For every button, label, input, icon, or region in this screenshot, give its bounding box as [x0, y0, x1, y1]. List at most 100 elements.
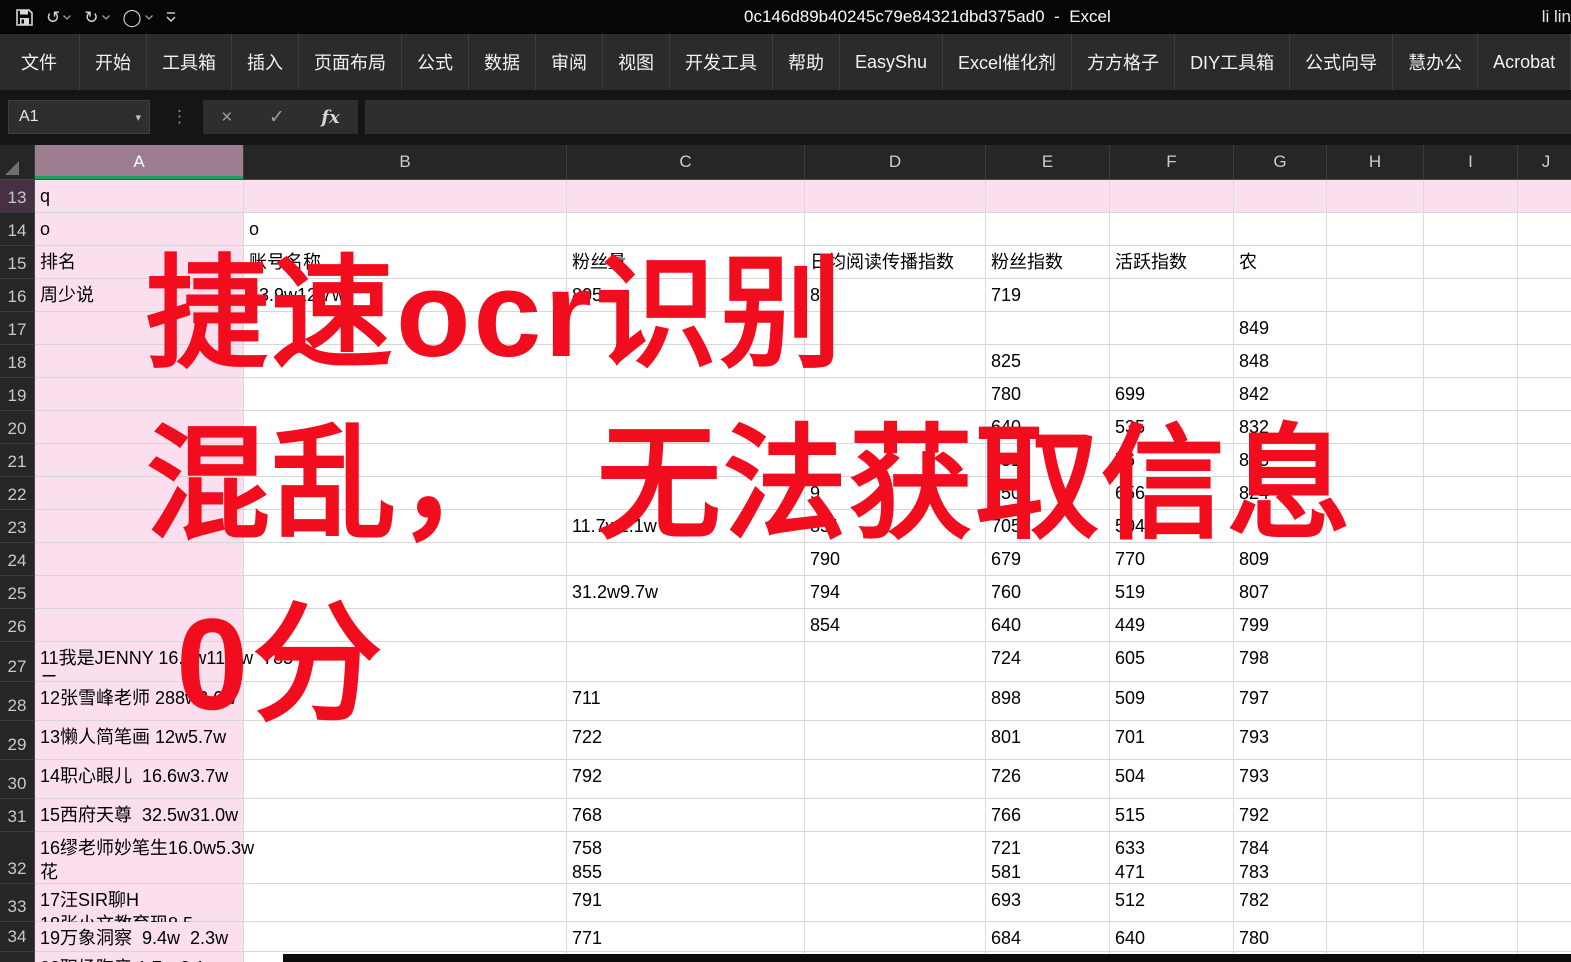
cell-J30[interactable] [1518, 760, 1571, 799]
row-header-26[interactable]: 26 [0, 609, 35, 642]
cell-J24[interactable] [1518, 543, 1571, 576]
cell-H19[interactable] [1327, 378, 1424, 411]
cell-H13[interactable] [1327, 180, 1424, 213]
ribbon-tab-Acrobat[interactable]: Acrobat [1477, 34, 1570, 90]
cell-A31[interactable]: 15西府天尊 32.5w31.0w [35, 799, 244, 832]
cell-A23[interactable] [35, 510, 244, 543]
cell-E31[interactable]: 766 [986, 799, 1110, 832]
cell-E18[interactable]: 825 [986, 345, 1110, 378]
cell-F23[interactable]: 504 [1110, 510, 1234, 543]
cell-H21[interactable] [1327, 444, 1424, 477]
cell-C23[interactable]: 11.7w1.1w [567, 510, 805, 543]
cell-F18[interactable] [1110, 345, 1234, 378]
row-header-13[interactable]: 13 [0, 180, 35, 213]
cell-D34[interactable] [805, 922, 986, 952]
save-icon[interactable] [16, 8, 33, 26]
cell-H29[interactable] [1327, 721, 1424, 760]
cell-I31[interactable] [1424, 799, 1518, 832]
cell-E23[interactable]: 705 [986, 510, 1110, 543]
cell-B17[interactable] [244, 312, 567, 345]
cell-D19[interactable] [805, 378, 986, 411]
ribbon-tab-DIY工具箱[interactable]: DIY工具箱 [1174, 34, 1289, 90]
cell-E33[interactable]: 693 [986, 884, 1110, 922]
cell-F20[interactable]: 535 [1110, 411, 1234, 444]
cell-C33[interactable]: 791 [567, 884, 805, 922]
cell-E17[interactable] [986, 312, 1110, 345]
column-header-H[interactable]: H [1327, 145, 1424, 180]
cell-F19[interactable]: 699 [1110, 378, 1234, 411]
cell-I16[interactable] [1424, 279, 1518, 312]
cell-H24[interactable] [1327, 543, 1424, 576]
cell-A32[interactable]: 16缪老师妙笔生16.0w5.3w 花 [35, 832, 254, 884]
cell-F15[interactable]: 活跃指数 [1110, 246, 1234, 279]
row-header-32[interactable]: 32 [0, 832, 35, 884]
cell-E22[interactable]: 750 [986, 477, 1110, 510]
cell-G17[interactable]: 849 [1234, 312, 1327, 345]
cell-J13[interactable] [1518, 180, 1571, 213]
cell-B24[interactable] [244, 543, 567, 576]
column-header-C[interactable]: C [567, 145, 805, 180]
cell-H22[interactable] [1327, 477, 1424, 510]
cell-J22[interactable] [1518, 477, 1571, 510]
cell-G27[interactable]: 798 [1234, 642, 1327, 682]
cell-G30[interactable]: 793 [1234, 760, 1327, 799]
column-header-F[interactable]: F [1110, 145, 1234, 180]
cell-C17[interactable] [567, 312, 805, 345]
row-header-31[interactable]: 31 [0, 799, 35, 832]
cell-F31[interactable]: 515 [1110, 799, 1234, 832]
cell-J32[interactable] [1518, 832, 1571, 884]
cell-F27[interactable]: 605 [1110, 642, 1234, 682]
row-header-17[interactable]: 17 [0, 312, 35, 345]
cell-C28[interactable]: 711 [567, 682, 805, 721]
cell-E25[interactable]: 760 [986, 576, 1110, 609]
cell-D32[interactable] [805, 832, 986, 884]
cell-B16[interactable]: 53.9w12.7w [244, 279, 567, 312]
cell-C32[interactable]: 758 855 [567, 832, 805, 884]
ribbon-tab-Excel催化剂[interactable]: Excel催化剂 [942, 34, 1071, 90]
row-header-14[interactable]: 14 [0, 213, 35, 246]
cell-A28[interactable]: 12张雪峰老师 288w3.6w [35, 682, 244, 721]
row-header-19[interactable]: 19 [0, 378, 35, 411]
cell-D30[interactable] [805, 760, 986, 799]
cell-F22[interactable]: 656 [1110, 477, 1234, 510]
row-header-27[interactable]: 27 [0, 642, 35, 682]
undo-icon[interactable]: ↺ [46, 9, 72, 26]
cell-G20[interactable]: 832 [1234, 411, 1327, 444]
cell-E30[interactable]: 726 [986, 760, 1110, 799]
cell-A21[interactable] [35, 444, 244, 477]
cell-D33[interactable] [805, 884, 986, 922]
cell-D24[interactable]: 790 [805, 543, 986, 576]
cell-G28[interactable]: 797 [1234, 682, 1327, 721]
cell-H14[interactable] [1327, 213, 1424, 246]
cell-G21[interactable]: 825 [1234, 444, 1327, 477]
cell-G13[interactable] [1234, 180, 1327, 213]
cell-D26[interactable]: 854 [805, 609, 986, 642]
cell-B26[interactable] [244, 609, 567, 642]
cell-D23[interactable]: 851 [805, 510, 986, 543]
cell-E24[interactable]: 679 [986, 543, 1110, 576]
cell-H17[interactable] [1327, 312, 1424, 345]
cell-J21[interactable] [1518, 444, 1571, 477]
cell-C16[interactable]: 805 [567, 279, 805, 312]
cell-E13[interactable] [986, 180, 1110, 213]
cell-H32[interactable] [1327, 832, 1424, 884]
ribbon-tab-插入[interactable]: 插入 [231, 34, 298, 90]
name-box-dropdown-icon[interactable]: ▾ [135, 111, 141, 124]
cell-J23[interactable] [1518, 510, 1571, 543]
ribbon-tab-工具箱[interactable]: 工具箱 [146, 34, 231, 90]
row-header-33[interactable]: 33 [0, 884, 35, 922]
cell-G25[interactable]: 807 [1234, 576, 1327, 609]
row-header-23[interactable]: 23 [0, 510, 35, 543]
column-header-A[interactable]: A [35, 145, 244, 180]
cell-A27[interactable]: 11我是JENNY 16.2w11.5w 785 二 [35, 642, 293, 682]
cell-I21[interactable] [1424, 444, 1518, 477]
cell-E15[interactable]: 粉丝指数 [986, 246, 1110, 279]
column-header-B[interactable]: B [244, 145, 567, 180]
cell-J28[interactable] [1518, 682, 1571, 721]
row-header-24[interactable]: 24 [0, 543, 35, 576]
cell-H28[interactable] [1327, 682, 1424, 721]
cell-G16[interactable] [1234, 279, 1327, 312]
cell-B29[interactable] [244, 721, 567, 760]
cell-H33[interactable] [1327, 884, 1424, 922]
cell-J31[interactable] [1518, 799, 1571, 832]
